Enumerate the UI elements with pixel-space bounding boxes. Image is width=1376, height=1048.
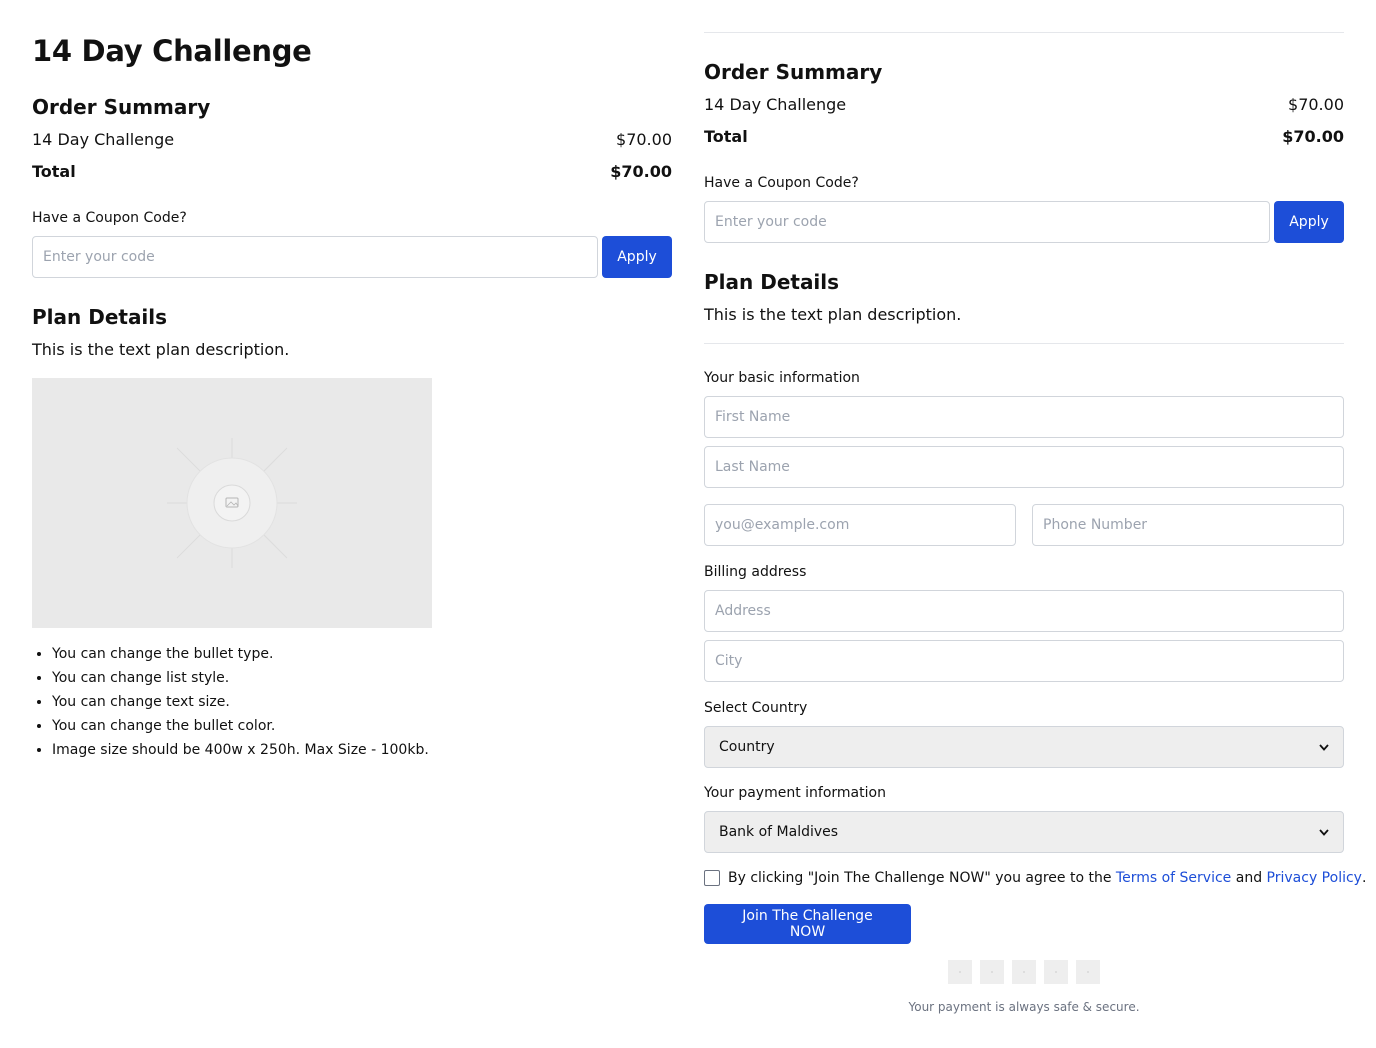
list-item: You can change the bullet color. (52, 714, 672, 738)
image-placeholder-icon (167, 438, 297, 568)
item-price: $70.00 (616, 130, 672, 149)
join-challenge-button[interactable]: Join The Challenge NOW (704, 904, 911, 944)
payment-method-icons (704, 960, 1344, 984)
order-summary-left: Order Summary (32, 94, 672, 120)
apply-coupon-button[interactable]: Apply (1274, 201, 1344, 243)
top-divider (704, 32, 1344, 33)
order-total-row: Total $70.00 (704, 126, 1344, 148)
order-total-row: Total $70.00 (32, 161, 672, 183)
address-input[interactable] (704, 590, 1344, 632)
plan-details-heading: Plan Details (32, 305, 168, 329)
and-text: and (1231, 870, 1267, 886)
coupon-label: Have a Coupon Code? (32, 210, 187, 226)
payment-card-icon (948, 960, 972, 984)
secure-payment-text: Your payment is always safe & secure. (908, 1000, 1140, 1014)
payment-select[interactable]: Bank of Maldives (704, 811, 1344, 853)
chevron-down-icon (1319, 743, 1329, 751)
city-input[interactable] (704, 640, 1344, 682)
apply-coupon-button[interactable]: Apply (602, 236, 672, 278)
terms-of-service-link[interactable]: Terms of Service (1116, 868, 1231, 888)
section-divider (704, 343, 1344, 344)
plan-image-placeholder (32, 378, 432, 628)
billing-label: Billing address (704, 564, 807, 580)
order-summary-heading: Order Summary (32, 95, 211, 119)
terms-agreement: By clicking "Join The Challenge NOW" you… (704, 868, 1366, 888)
total-price: $70.00 (1282, 127, 1344, 146)
total-price: $70.00 (610, 162, 672, 181)
basic-info-label: Your basic information (704, 370, 860, 386)
item-price: $70.00 (1288, 95, 1344, 114)
plan-bullet-list: You can change the bullet type. You can … (32, 642, 672, 762)
privacy-policy-link[interactable]: Privacy Policy (1267, 868, 1362, 888)
order-line-item: 14 Day Challenge $70.00 (32, 129, 672, 151)
list-item: You can change text size. (52, 690, 672, 714)
payment-card-icon (980, 960, 1004, 984)
plan-details-heading: Plan Details (704, 270, 840, 294)
email-input[interactable] (704, 504, 1016, 546)
payment-selected-value: Bank of Maldives (719, 824, 839, 840)
agree-text: By clicking "Join The Challenge NOW" you… (728, 870, 1116, 886)
country-label: Select Country (704, 700, 808, 716)
payment-card-icon (1012, 960, 1036, 984)
coupon-input[interactable] (32, 236, 598, 278)
payment-card-icon (1076, 960, 1100, 984)
plan-description: This is the text plan description. (704, 305, 962, 324)
item-name: 14 Day Challenge (32, 130, 175, 149)
coupon-input[interactable] (704, 201, 1270, 243)
agree-period: . (1361, 870, 1367, 886)
terms-checkbox[interactable] (704, 870, 720, 886)
order-line-item: 14 Day Challenge $70.00 (704, 94, 1344, 116)
coupon-form: Apply (704, 201, 1344, 243)
plan-description: This is the text plan description. (32, 340, 290, 359)
list-item: Image size should be 400w x 250h. Max Si… (52, 738, 672, 762)
total-label: Total (32, 162, 76, 181)
page-title: 14 Day Challenge (32, 34, 312, 68)
phone-input[interactable] (1032, 504, 1344, 546)
payment-card-icon (1044, 960, 1068, 984)
item-name: 14 Day Challenge (704, 95, 847, 114)
list-item: You can change list style. (52, 666, 672, 690)
country-select[interactable]: Country (704, 726, 1344, 768)
payment-label: Your payment information (704, 785, 886, 801)
list-item: You can change the bullet type. (52, 642, 672, 666)
coupon-label: Have a Coupon Code? (704, 175, 859, 191)
country-selected-value: Country (719, 739, 775, 755)
last-name-input[interactable] (704, 446, 1344, 488)
chevron-down-icon (1319, 828, 1329, 836)
first-name-input[interactable] (704, 396, 1344, 438)
coupon-form: Apply (32, 236, 672, 278)
order-summary-heading: Order Summary (704, 60, 883, 84)
total-label: Total (704, 127, 748, 146)
